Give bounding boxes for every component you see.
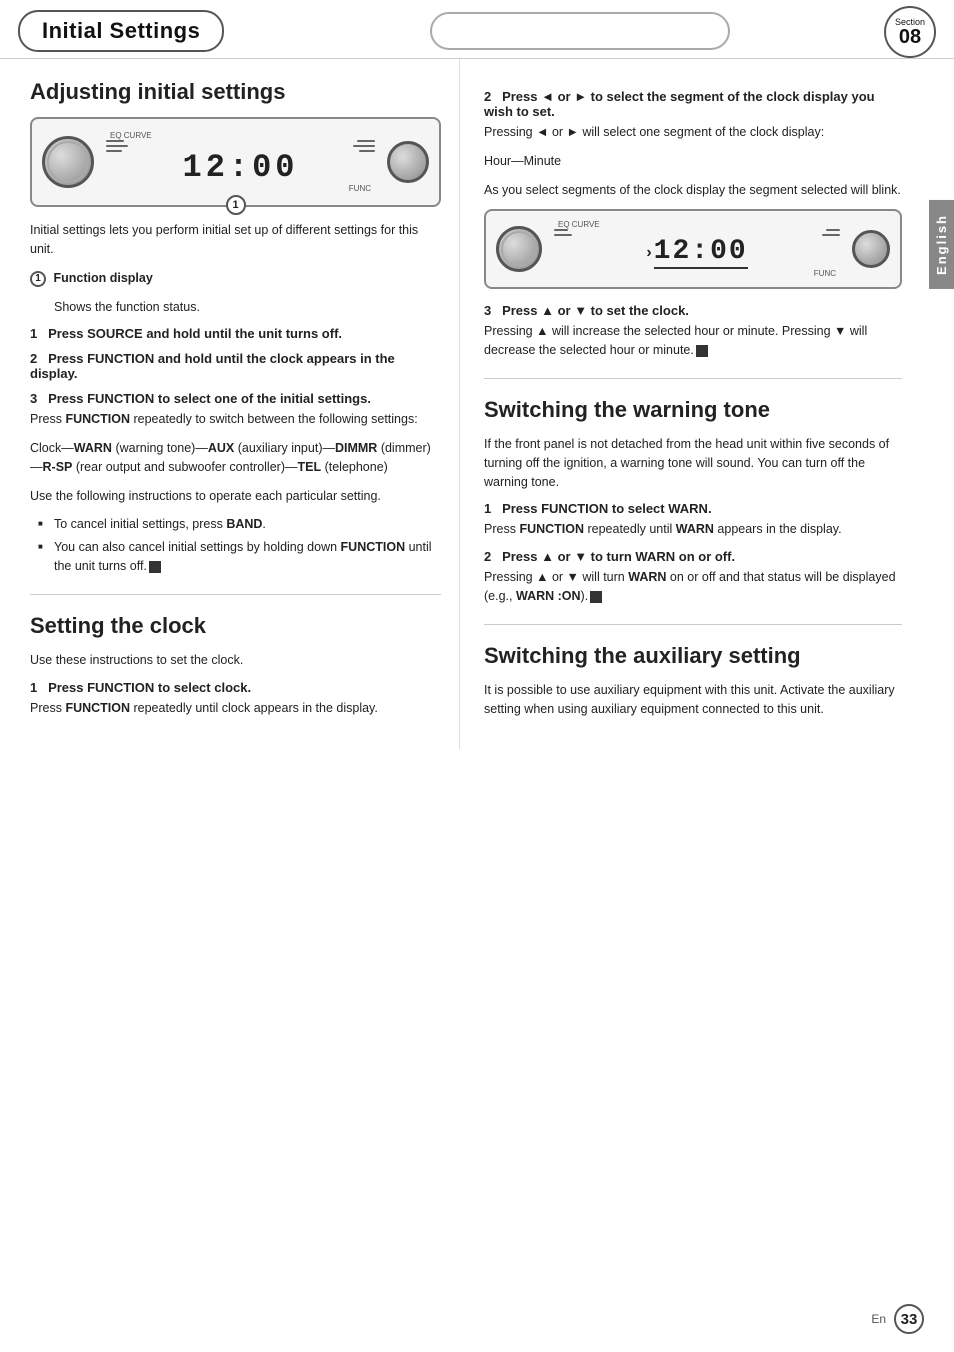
right-column: 2 Press ◄ or ► to select the segment of …	[460, 59, 920, 749]
stop-icon-3	[590, 591, 602, 603]
main-content: Adjusting initial settings EQ CURVE	[0, 59, 954, 749]
intro-text: Initial settings lets you perform initia…	[30, 221, 441, 259]
function-display-desc: Shows the function status.	[30, 298, 441, 317]
step-3-instruction: Use the following instructions to operat…	[30, 487, 441, 506]
divider-2	[484, 378, 902, 379]
clock-display-1: 12:00	[102, 152, 379, 184]
page-number: 33	[894, 1304, 924, 1334]
clock-step-2-body-1: Pressing ◄ or ► will select one segment …	[484, 123, 902, 142]
right-knob-2	[852, 230, 890, 268]
clock-step-1-body: Press FUNCTION repeatedly until clock ap…	[30, 699, 441, 718]
clock-step-3-heading: 3 Press ▲ or ▼ to set the clock.	[484, 303, 902, 318]
right-knob-1	[387, 141, 429, 183]
circle-num-1: 1	[226, 195, 246, 215]
section-number: 08	[899, 27, 921, 47]
divider-3	[484, 624, 902, 625]
eq-curve-label-2: EQ CURVE	[558, 220, 844, 229]
warning-tone-intro: If the front panel is not detached from …	[484, 435, 902, 491]
left-column: Adjusting initial settings EQ CURVE	[0, 59, 460, 749]
left-knob-2	[496, 226, 542, 272]
divider-1	[30, 594, 441, 595]
section-badge: Section 08	[884, 6, 936, 58]
left-knob	[42, 136, 94, 188]
warn-step-1-body: Press FUNCTION repeatedly until WARN app…	[484, 520, 902, 539]
step-3-settings: Clock—WARN (warning tone)—AUX (auxiliary…	[30, 439, 441, 477]
circled-1-icon: 1	[30, 271, 46, 287]
bullet-2: You can also cancel initial settings by …	[38, 538, 441, 576]
clock-step-3-body: Pressing ▲ will increase the selected ho…	[484, 322, 902, 360]
function-display-label: Function display	[53, 271, 152, 285]
clock-step-2-body-3: As you select segments of the clock disp…	[484, 181, 902, 200]
warning-tone-title: Switching the warning tone	[484, 397, 902, 423]
clock-step-2-heading: 2 Press ◄ or ► to select the segment of …	[484, 89, 902, 119]
clock-step-1-heading: 1 Press FUNCTION to select clock.	[30, 680, 441, 695]
setting-clock-title: Setting the clock	[30, 613, 441, 639]
aux-setting-title: Switching the auxiliary setting	[484, 643, 902, 669]
adjusting-title: Adjusting initial settings	[30, 79, 441, 105]
bullet-1: To cancel initial settings, press BAND.	[38, 515, 441, 534]
stop-icon-2	[696, 345, 708, 357]
device-image-2: EQ CURVE › 12:00 FUNC	[484, 209, 902, 289]
footer-en-label: En	[871, 1312, 886, 1326]
english-tab: English	[929, 200, 954, 289]
clock-display-2: 12:00	[654, 236, 748, 269]
aux-setting-intro: It is possible to use auxiliary equipmen…	[484, 681, 902, 719]
func-label-2: FUNC	[550, 269, 836, 278]
warn-step-2-body: Pressing ▲ or ▼ will turn WARN on or off…	[484, 568, 902, 606]
warn-step-1-heading: 1 Press FUNCTION to select WARN.	[484, 501, 902, 516]
center-display: EQ CURVE 12:00	[102, 131, 379, 193]
step-2-heading: 2 Press FUNCTION and hold until the cloc…	[30, 351, 441, 381]
function-display-heading: 1 Function display	[30, 269, 441, 288]
setting-clock-intro: Use these instructions to set the clock.	[30, 651, 441, 670]
device-image-1: EQ CURVE 12:00	[30, 117, 441, 207]
eq-curve-label: EQ CURVE	[110, 131, 379, 140]
center-display-2: EQ CURVE › 12:00 FUNC	[550, 220, 844, 278]
step-1-heading: 1 Press SOURCE and hold until the unit t…	[30, 326, 441, 341]
stop-icon-1	[149, 561, 161, 573]
bullet-list: To cancel initial settings, press BAND. …	[30, 515, 441, 575]
clock-step-2-body-2: Hour—Minute	[484, 152, 902, 171]
page-title: Initial Settings	[18, 10, 224, 52]
cursor-left: ›	[646, 244, 651, 262]
warn-step-2-heading: 2 Press ▲ or ▼ to turn WARN on or off.	[484, 549, 902, 564]
page-header: Initial Settings Section 08	[0, 0, 954, 59]
header-center-decoration	[430, 12, 730, 50]
step-3-body: Press FUNCTION repeatedly to switch betw…	[30, 410, 441, 429]
step-3-heading: 3 Press FUNCTION to select one of the in…	[30, 391, 441, 406]
page-footer: En 33	[871, 1304, 924, 1334]
